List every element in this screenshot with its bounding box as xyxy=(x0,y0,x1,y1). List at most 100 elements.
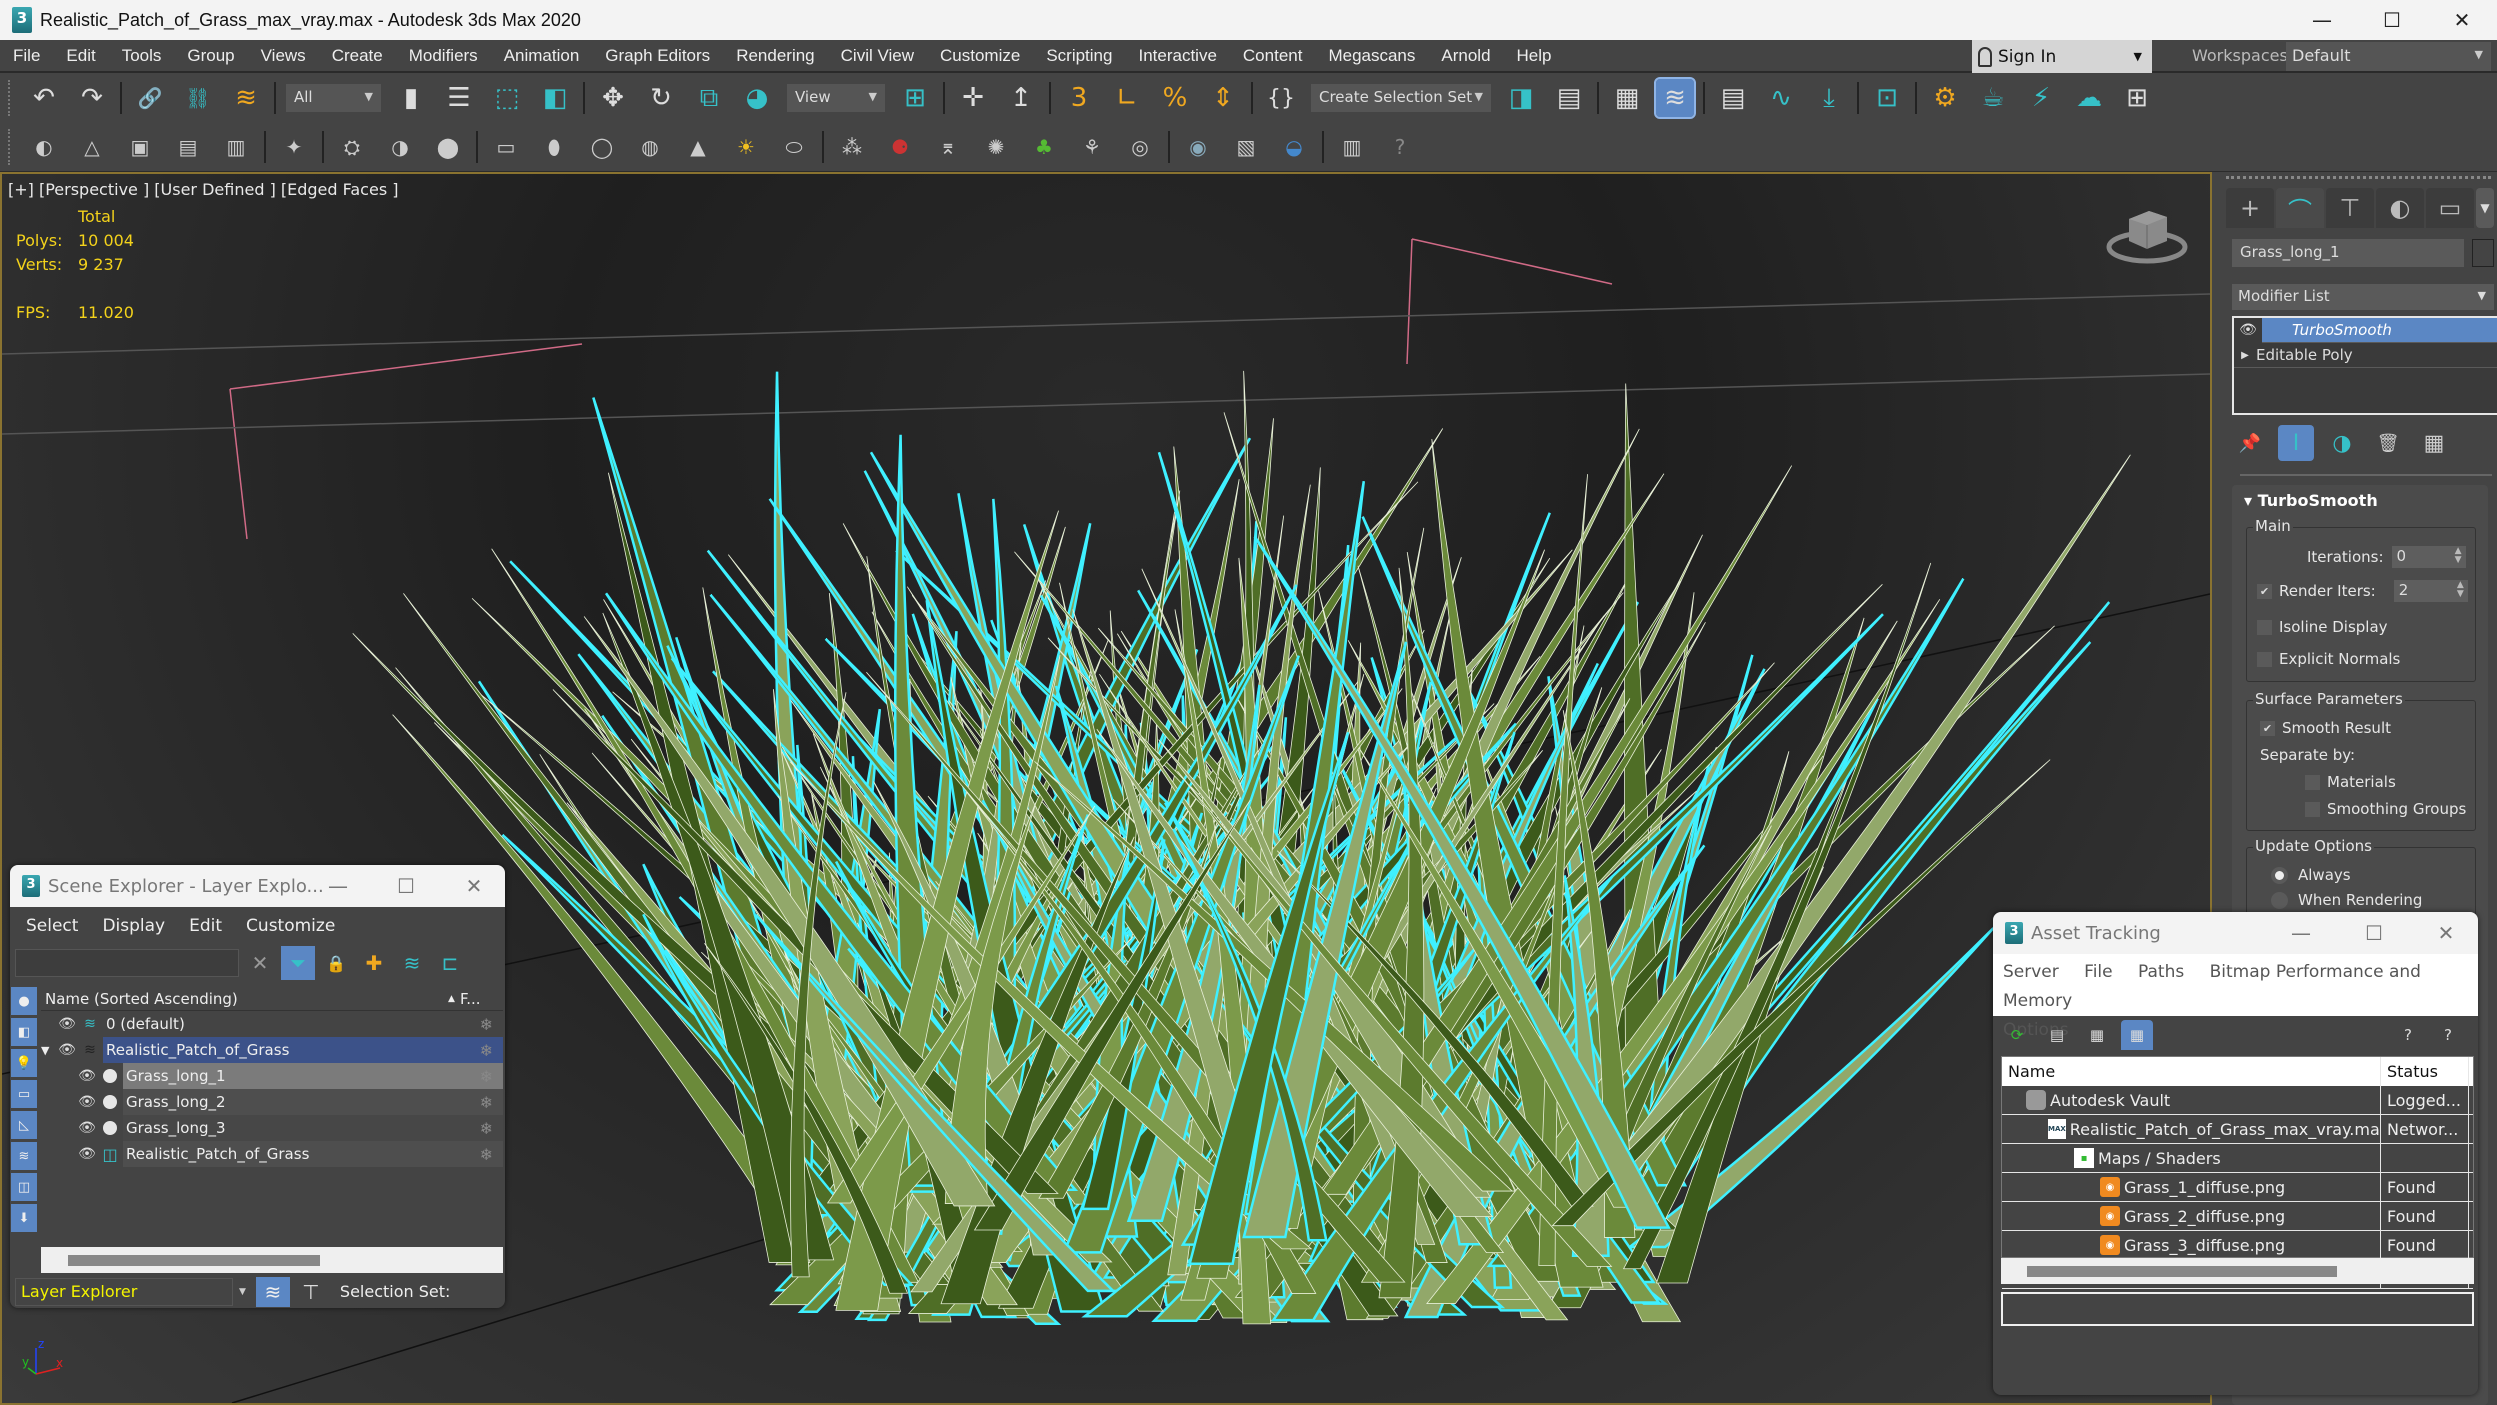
render-in-cloud-icon[interactable]: ☁ xyxy=(2070,79,2108,117)
column-status[interactable]: Status xyxy=(2381,1057,2469,1086)
vray-material-icon[interactable]: ◉ xyxy=(1181,130,1215,164)
se-menu-edit[interactable]: Edit xyxy=(189,916,222,936)
at-menu-paths[interactable]: Paths xyxy=(2138,962,2184,982)
se-menu-select[interactable]: Select xyxy=(26,916,78,936)
select-by-name-icon[interactable]: ☰ xyxy=(440,79,478,117)
tree-row-object[interactable]: 👁 Grass_long_3 ❄ xyxy=(41,1115,503,1141)
minimize-button[interactable]: — xyxy=(310,865,366,907)
make-unique-icon[interactable]: ◑ xyxy=(2324,425,2360,461)
scrollbar-thumb[interactable] xyxy=(2027,1266,2337,1277)
render-iters-checkbox[interactable]: ✔ xyxy=(2257,583,2272,599)
snaps-toggle-icon[interactable]: 3 xyxy=(1060,79,1098,117)
menu-rendering[interactable]: Rendering xyxy=(723,46,827,66)
se-menu-customize[interactable]: Customize xyxy=(246,916,335,936)
se-menu-display[interactable]: Display xyxy=(102,916,165,936)
display-helpers-icon[interactable]: ◺ xyxy=(11,1111,37,1139)
window-crossing-icon[interactable]: ◧ xyxy=(536,79,574,117)
menu-customize[interactable]: Customize xyxy=(927,46,1033,66)
refresh-icon[interactable]: ⟳ xyxy=(2001,1020,2033,1050)
vray-fur-icon[interactable]: ♣ xyxy=(1027,130,1061,164)
eye-icon[interactable]: 👁 xyxy=(57,1042,77,1058)
undo-icon[interactable]: ↶ xyxy=(25,79,63,117)
pivot-center-icon[interactable]: ⊞ xyxy=(896,79,934,117)
select-object-icon[interactable]: ▮ xyxy=(392,79,430,117)
menu-megascans[interactable]: Megascans xyxy=(1315,46,1428,66)
schematic-view-icon[interactable]: ⊡ xyxy=(1868,79,1906,117)
vray-proxy-icon[interactable]: ⁂ xyxy=(835,130,869,164)
eye-icon[interactable]: 👁 xyxy=(77,1094,97,1110)
redo-icon[interactable]: ↷ xyxy=(73,79,111,117)
align-icon[interactable]: ▤ xyxy=(1550,79,1588,117)
tree-row-layer-realistic-patch[interactable]: ▼ 👁 ≋ Realistic_Patch_of_Grass ❄ xyxy=(41,1037,503,1063)
eye-icon[interactable]: 👁 xyxy=(57,1016,77,1032)
spinner-arrows-icon[interactable]: ▲ ▼ xyxy=(2457,581,2464,599)
freeze-icon[interactable]: ❄ xyxy=(480,1093,493,1112)
menu-create[interactable]: Create xyxy=(319,46,396,66)
eye-icon[interactable]: 👁 xyxy=(77,1146,97,1162)
vray-instancer-icon[interactable]: ⚈ xyxy=(883,130,917,164)
mirror-icon[interactable]: ◨ xyxy=(1502,79,1540,117)
dope-sheet-icon[interactable]: ⤓ xyxy=(1810,79,1848,117)
thumbnail-view-icon[interactable]: ▦ xyxy=(2081,1020,2113,1050)
menu-graph-editors[interactable]: Graph Editors xyxy=(592,46,723,66)
list-view-icon[interactable]: ▤ xyxy=(2041,1020,2073,1050)
workspaces-dropdown[interactable]: Default ▼ xyxy=(2286,42,2491,71)
help-icon[interactable]: ? xyxy=(1383,130,1417,164)
column-frozen[interactable]: F... xyxy=(460,990,481,1008)
panel-divider[interactable] xyxy=(2240,474,2492,476)
object-name-field[interactable]: Grass_long_1 xyxy=(2232,239,2464,267)
vray-dome-camera-icon[interactable]: ◑ xyxy=(383,130,417,164)
scene-explorer-titlebar[interactable]: 3 Scene Explorer - Layer Explo... — ☐ ✕ xyxy=(10,865,505,907)
at-menu-bitmap-performance[interactable]: Bitmap Performance and Memory xyxy=(2003,962,2421,1011)
menu-file[interactable]: File xyxy=(0,46,53,66)
sign-in-button[interactable]: Sign In ▼ xyxy=(1972,40,2152,73)
vray-physical-camera-icon[interactable]: ⬤ xyxy=(431,130,465,164)
stack-item-editable-poly[interactable]: ▶ Editable Poly xyxy=(2234,343,2497,368)
stack-item-turbosmooth[interactable]: 👁 TurboSmooth xyxy=(2234,317,2497,343)
remove-modifier-icon[interactable]: 🗑 xyxy=(2370,425,2406,461)
freeze-icon[interactable]: ❄ xyxy=(480,1119,493,1138)
vray-clipper-icon[interactable]: ✺ xyxy=(979,130,1013,164)
menu-scripting[interactable]: Scripting xyxy=(1033,46,1125,66)
display-groups-icon[interactable]: ◫ xyxy=(11,1173,37,1201)
toggle-layer-explorer-icon[interactable]: ≋ xyxy=(1654,77,1696,119)
reference-coordinate-dropdown[interactable]: View ▼ xyxy=(787,84,885,112)
maximize-button[interactable]: ☐ xyxy=(2357,0,2427,40)
vray-scene-converter-icon[interactable]: ▧ xyxy=(1229,130,1263,164)
materials-checkbox[interactable] xyxy=(2305,774,2320,790)
vray-render-last-icon[interactable]: △ xyxy=(75,130,109,164)
smooth-result-checkbox[interactable]: ✔ xyxy=(2260,720,2275,736)
maximize-button[interactable]: ☐ xyxy=(2346,912,2402,954)
create-layer-icon[interactable]: ✚ xyxy=(357,946,391,980)
link-icon[interactable]: 🔗 xyxy=(131,79,169,117)
selection-filter-dropdown[interactable]: All ▼ xyxy=(286,84,381,112)
explicit-normals-checkbox[interactable] xyxy=(2257,651,2272,667)
toolbar-grip[interactable] xyxy=(8,129,14,165)
asset-row[interactable]: ▪ Maps / Shaders xyxy=(2002,1144,2473,1173)
table-view-icon[interactable]: ▦ xyxy=(2121,1020,2153,1050)
at-menu-server[interactable]: Server xyxy=(2003,962,2059,982)
percent-snap-icon[interactable]: % xyxy=(1156,79,1194,117)
lock-icon[interactable]: 🔒 xyxy=(319,946,353,980)
pin-stack-icon[interactable]: 📌 xyxy=(2232,425,2268,461)
horizontal-scrollbar[interactable] xyxy=(41,1247,503,1273)
update-when-rendering-radio[interactable] xyxy=(2271,891,2288,909)
context-help-icon[interactable]: ? xyxy=(2432,1020,2464,1050)
eye-icon[interactable]: 👁 xyxy=(77,1068,97,1084)
help-icon[interactable]: ? xyxy=(2392,1020,2424,1050)
update-always-radio[interactable] xyxy=(2271,866,2288,884)
material-editor-icon[interactable]: ⚙ xyxy=(1926,79,1964,117)
asset-row[interactable]: MAX Realistic_Patch_of_Grass_max_vray.max… xyxy=(2002,1115,2473,1144)
menu-group[interactable]: Group xyxy=(174,46,247,66)
display-cameras-icon[interactable]: ▭ xyxy=(11,1080,37,1108)
tabs-overflow-icon[interactable]: ▼ xyxy=(2476,188,2494,228)
scrollbar-thumb[interactable] xyxy=(68,1255,320,1266)
filter-icon[interactable]: ⏷ xyxy=(281,946,315,980)
asset-row[interactable]: Autodesk Vault Logged... xyxy=(2002,1086,2473,1115)
tree-row-layer-default[interactable]: 👁 ≋ 0 (default) ❄ xyxy=(41,1011,503,1037)
rollout-title[interactable]: ▾ TurboSmooth xyxy=(2244,491,2378,510)
spinner-snap-icon[interactable]: ⇕ xyxy=(1204,79,1242,117)
expand-arrow-icon[interactable]: ▶ xyxy=(2234,350,2256,361)
horizontal-scrollbar[interactable] xyxy=(2001,1258,2474,1284)
angle-snap-icon[interactable]: ∟ xyxy=(1108,79,1146,117)
